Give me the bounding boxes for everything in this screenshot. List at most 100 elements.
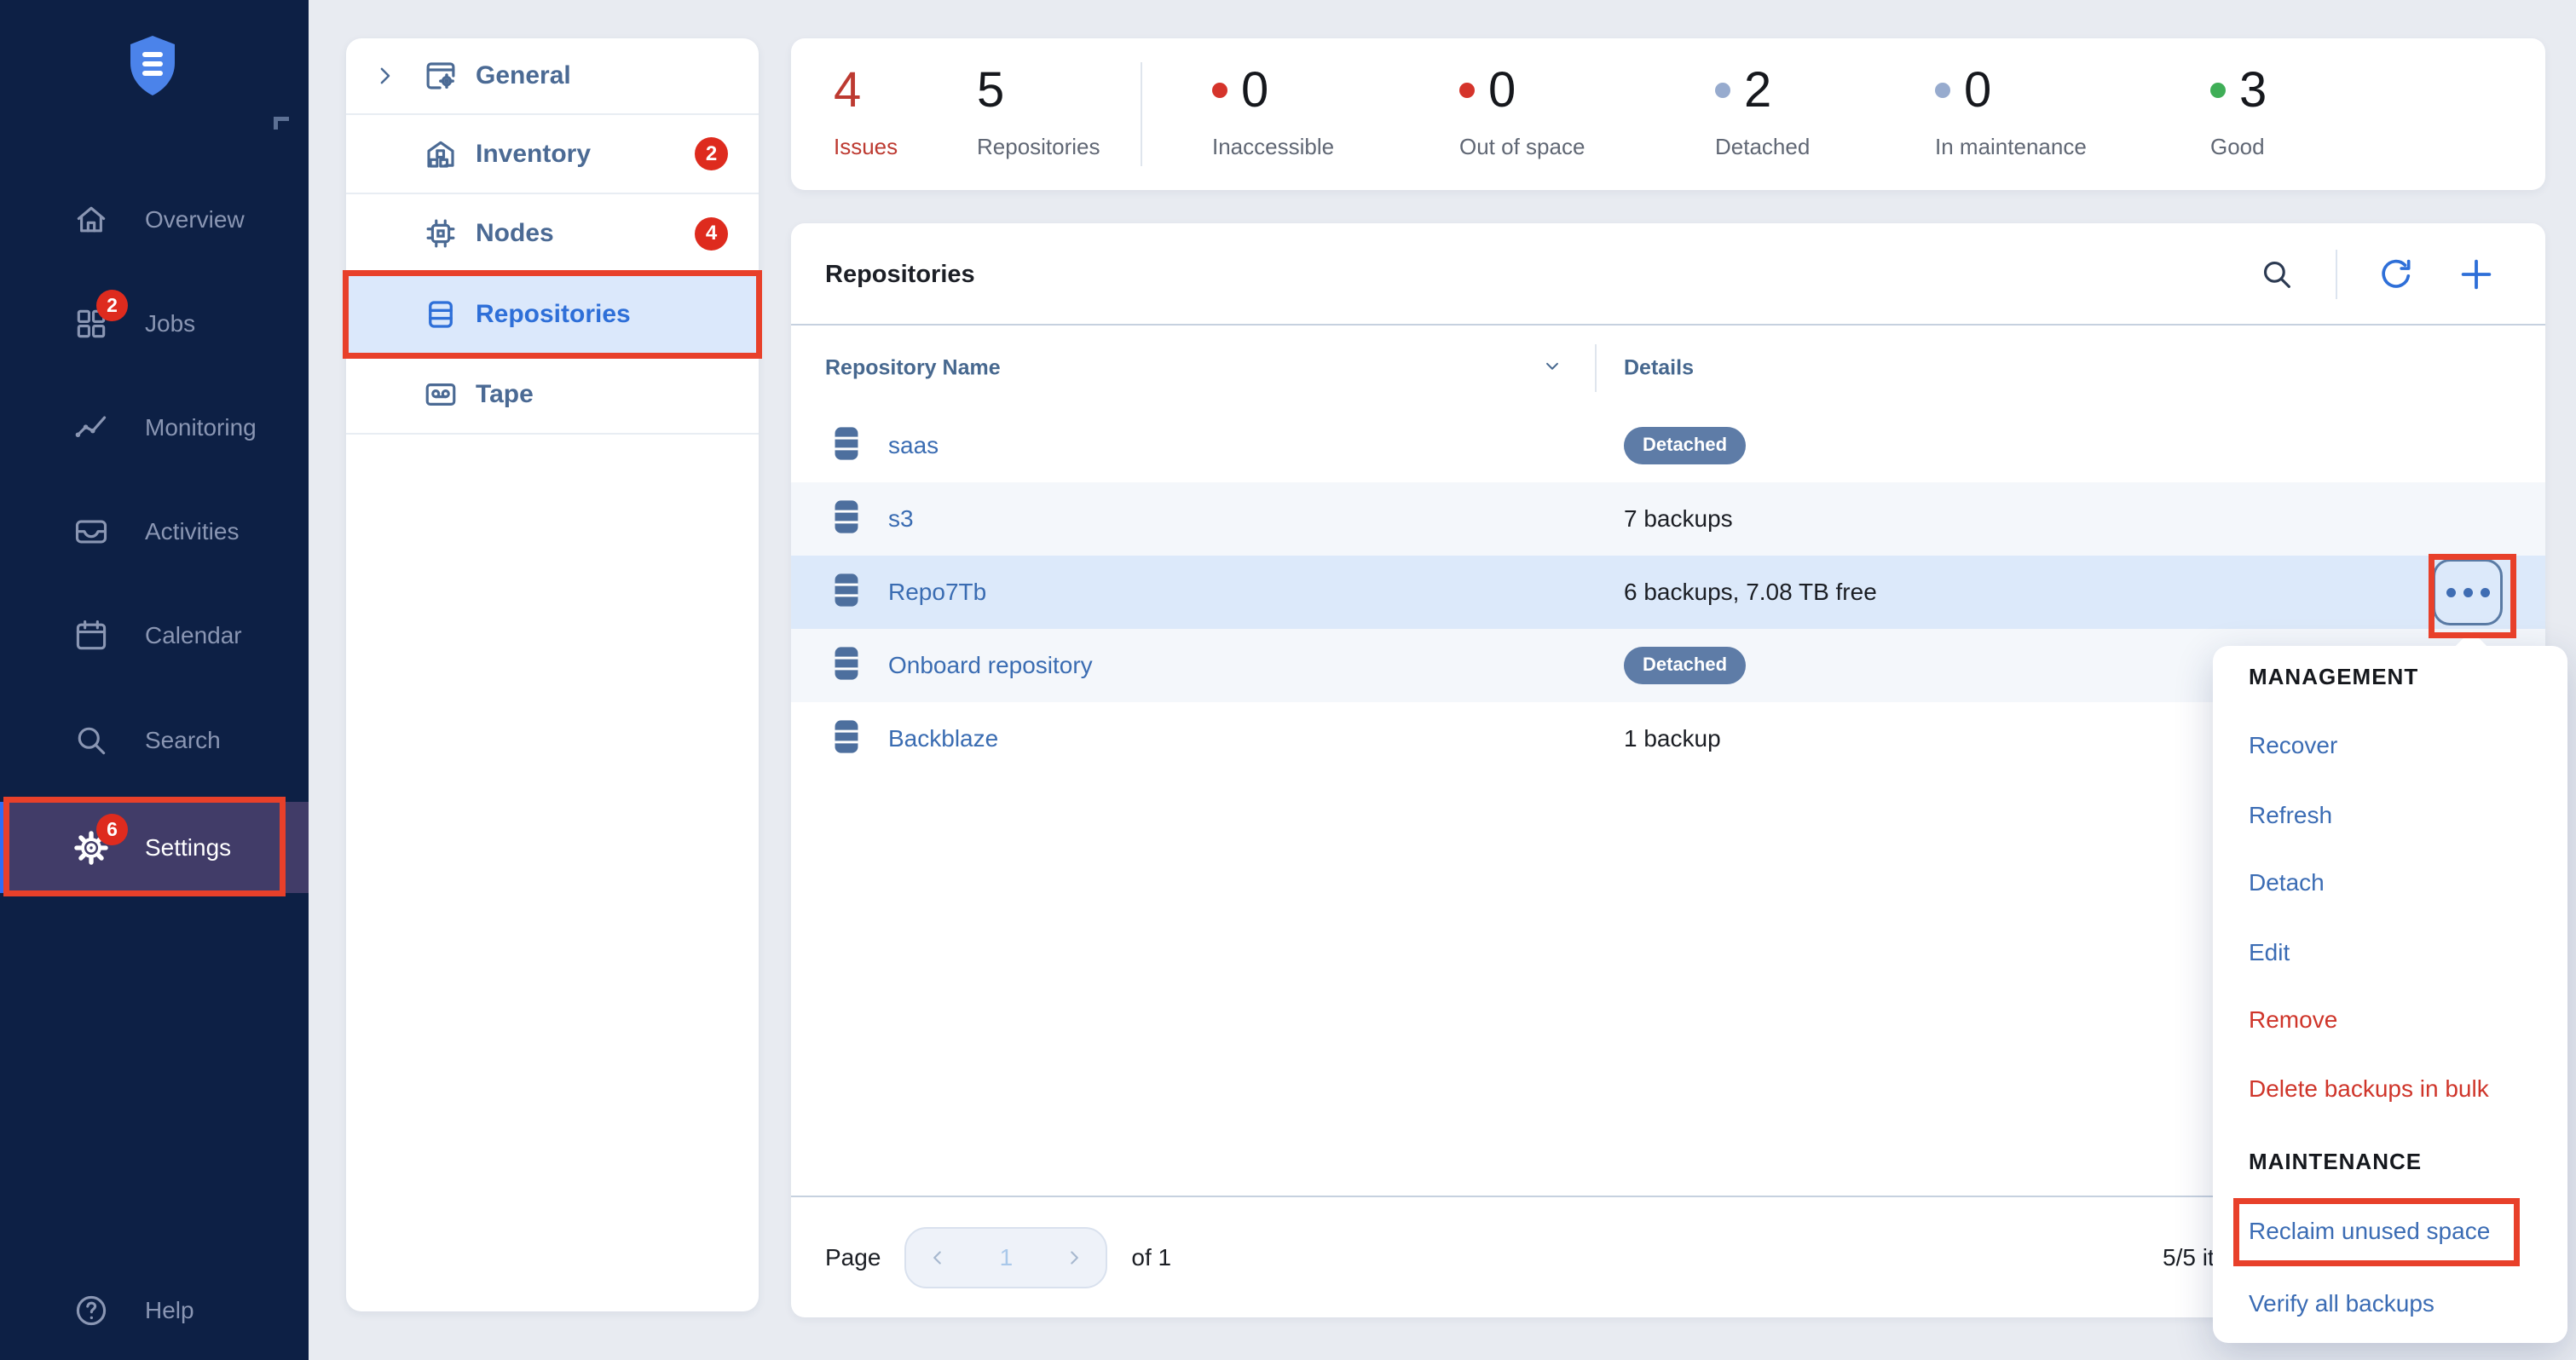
sidebar-item-jobs[interactable]: 2 Jobs bbox=[0, 296, 309, 352]
row-actions-context-menu: MANAGEMENT Recover Refresh Detach Edit R… bbox=[2213, 646, 2567, 1343]
subnav-item-general[interactable]: General bbox=[346, 38, 759, 115]
stat-repositories: 5 Repositories bbox=[977, 66, 1100, 160]
column-header-repository-name[interactable]: Repository Name bbox=[825, 356, 1001, 381]
menu-item-remove[interactable]: Remove bbox=[2249, 996, 2337, 1044]
stat-value: 0 bbox=[1964, 66, 1991, 115]
plus-icon[interactable] bbox=[2455, 253, 2498, 296]
stat-label: Good bbox=[2210, 134, 2267, 160]
stat-detached: 2 Detached bbox=[1715, 66, 1810, 160]
subnav-item-label: Repositories bbox=[476, 300, 631, 329]
calendar-icon bbox=[72, 616, 111, 655]
status-badge-detached: Detached bbox=[1624, 647, 1746, 684]
menu-item-recover[interactable]: Recover bbox=[2249, 722, 2337, 769]
repository-icon bbox=[832, 424, 861, 468]
sidebar-item-label: Settings bbox=[145, 834, 231, 862]
column-divider bbox=[1595, 344, 1597, 392]
sidebar-item-activities[interactable]: Activities bbox=[0, 504, 309, 560]
warehouse-icon bbox=[421, 135, 460, 174]
repository-name-link[interactable]: Backblaze bbox=[888, 725, 998, 752]
settings-subnav-panel: General Inventory 2 Nodes 4 bbox=[346, 38, 759, 1311]
chevron-right-icon[interactable] bbox=[1063, 1247, 1085, 1269]
inbox-icon bbox=[72, 512, 111, 551]
of-total-label: of 1 bbox=[1131, 1244, 1171, 1271]
sidebar-item-settings[interactable]: 6 Settings bbox=[0, 802, 309, 893]
grid-icon: 2 bbox=[72, 304, 111, 343]
sidebar-item-label: Overview bbox=[145, 206, 245, 233]
repository-details: 6 backups, 7.08 TB free bbox=[1624, 579, 1877, 606]
help-label: Help bbox=[145, 1297, 194, 1324]
sidebar-item-overview[interactable]: Overview bbox=[0, 192, 309, 248]
subnav-item-tape[interactable]: Tape bbox=[346, 355, 759, 435]
table-row-selected[interactable]: Repo7Tb 6 backups, 7.08 TB free bbox=[791, 556, 2545, 629]
menu-item-edit[interactable]: Edit bbox=[2249, 929, 2290, 977]
chevron-right-icon[interactable] bbox=[372, 63, 397, 89]
repository-name-link[interactable]: s3 bbox=[888, 505, 914, 533]
stat-label: Repositories bbox=[977, 134, 1100, 160]
stat-label: Inaccessible bbox=[1212, 134, 1334, 160]
sidebar-item-label: Activities bbox=[145, 518, 239, 545]
subnav-item-repositories[interactable]: Repositories bbox=[346, 274, 759, 355]
stat-value: 0 bbox=[1488, 66, 1516, 115]
stat-label: Issues bbox=[834, 134, 898, 160]
current-page: 1 bbox=[1000, 1244, 1014, 1271]
subnav-item-inventory[interactable]: Inventory 2 bbox=[346, 115, 759, 194]
repository-name-link[interactable]: Repo7Tb bbox=[888, 579, 986, 606]
chip-icon bbox=[421, 214, 460, 253]
status-dot-red bbox=[1459, 83, 1475, 98]
toolbar-divider bbox=[2336, 250, 2337, 299]
stat-value: 3 bbox=[2239, 66, 2267, 115]
stat-label: Detached bbox=[1715, 134, 1810, 160]
sort-chevron-down-icon[interactable] bbox=[1541, 355, 1563, 382]
stat-inaccessible: 0 Inaccessible bbox=[1212, 66, 1334, 160]
nodes-badge: 4 bbox=[695, 217, 728, 251]
repository-icon bbox=[832, 571, 861, 614]
stat-value: 5 bbox=[977, 66, 1004, 115]
magnifier-icon bbox=[72, 721, 111, 760]
sidebar-item-monitoring[interactable]: Monitoring bbox=[0, 400, 309, 456]
row-actions-ellipsis-button[interactable] bbox=[2433, 559, 2503, 625]
status-badge-detached: Detached bbox=[1624, 427, 1746, 464]
menu-item-refresh[interactable]: Refresh bbox=[2249, 792, 2332, 839]
refresh-icon[interactable] bbox=[2375, 253, 2417, 296]
menu-item-verify-all-backups[interactable]: Verify all backups bbox=[2249, 1280, 2434, 1328]
repository-name-link[interactable]: Onboard repository bbox=[888, 652, 1093, 679]
sidebar-item-label: Jobs bbox=[145, 310, 195, 337]
sidebar-item-help[interactable]: Help bbox=[0, 1282, 309, 1339]
panel-toolbar bbox=[2255, 223, 2498, 326]
status-dot-slate bbox=[1715, 83, 1730, 98]
jobs-badge: 2 bbox=[96, 290, 128, 321]
repository-name-link[interactable]: saas bbox=[888, 432, 939, 459]
subnav-item-label: Nodes bbox=[476, 219, 554, 248]
menu-item-detach[interactable]: Detach bbox=[2249, 859, 2325, 907]
search-icon[interactable] bbox=[2255, 253, 2298, 296]
chevron-left-icon[interactable] bbox=[927, 1247, 949, 1269]
repository-icon bbox=[832, 644, 861, 688]
stat-in-maintenance: 0 In maintenance bbox=[1935, 66, 2087, 160]
table-row[interactable]: saas Detached bbox=[791, 409, 2545, 482]
sidebar-item-search[interactable]: Search bbox=[0, 712, 309, 769]
database-icon bbox=[421, 295, 460, 334]
table-row[interactable]: s3 7 backups bbox=[791, 482, 2545, 556]
subnav-item-label: Inventory bbox=[476, 140, 591, 169]
repository-details: 7 backups bbox=[1624, 505, 1733, 533]
active-nav-accent-bar bbox=[0, 802, 8, 893]
stat-label: In maintenance bbox=[1935, 134, 2087, 160]
sidebar-item-label: Calendar bbox=[145, 622, 242, 649]
sidebar-item-label: Monitoring bbox=[145, 414, 257, 441]
menu-item-delete-backups-in-bulk[interactable]: Delete backups in bulk bbox=[2249, 1065, 2489, 1113]
repository-icon bbox=[832, 717, 861, 761]
help-circle-icon bbox=[72, 1291, 111, 1330]
app-logo-shield-icon bbox=[125, 33, 180, 102]
collapse-corner-icon[interactable] bbox=[274, 117, 289, 130]
inventory-badge: 2 bbox=[695, 137, 728, 170]
repository-icon bbox=[832, 498, 861, 541]
subnav-item-label: General bbox=[476, 61, 571, 90]
sidebar-item-calendar[interactable]: Calendar bbox=[0, 608, 309, 664]
menu-item-reclaim-unused-space[interactable]: Reclaim unused space bbox=[2249, 1207, 2490, 1255]
column-header-details[interactable]: Details bbox=[1624, 356, 1694, 381]
stat-value: 4 bbox=[834, 66, 861, 115]
subnav-item-label: Tape bbox=[476, 380, 534, 409]
subnav-item-nodes[interactable]: Nodes 4 bbox=[346, 194, 759, 274]
context-menu-section-header: MAINTENANCE bbox=[2249, 1138, 2422, 1185]
gear-icon: 6 bbox=[72, 828, 111, 867]
